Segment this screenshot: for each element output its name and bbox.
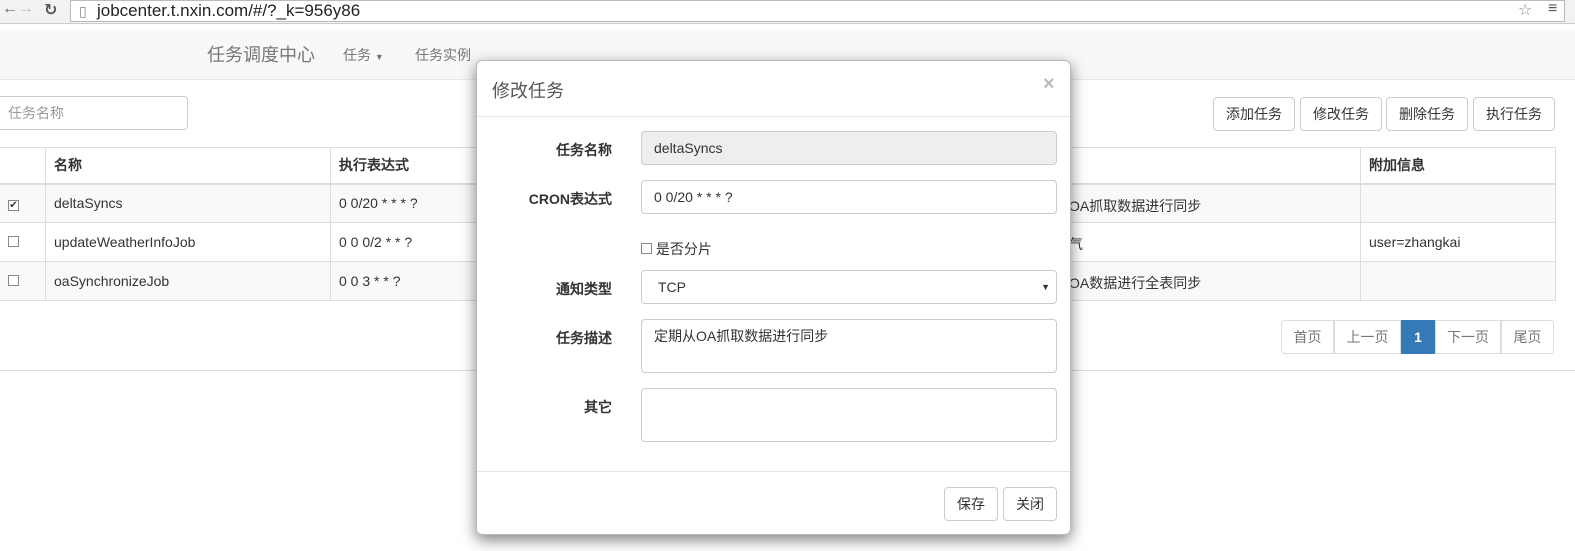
other-textarea[interactable]: [641, 388, 1057, 442]
caret-down-icon: ▼: [374, 52, 384, 62]
forward-icon[interactable]: →: [18, 0, 34, 18]
notify-value: TCP: [658, 279, 686, 295]
back-icon[interactable]: ←: [2, 0, 18, 18]
cron-text: 0 0/20 * * * ?: [339, 195, 418, 212]
cron-field[interactable]: 0 0/20 * * * ?: [641, 180, 1057, 214]
page-current[interactable]: 1: [1401, 320, 1435, 354]
chevron-down-icon: ▼: [1041, 282, 1050, 292]
nav-tasks-label: 任务: [343, 47, 371, 63]
page-last[interactable]: 尾页: [1501, 320, 1554, 354]
page-next[interactable]: 下一页: [1435, 320, 1501, 354]
header-extra: 附加信息: [1360, 147, 1556, 185]
notify-label: 通知类型: [556, 281, 612, 297]
select-header: [0, 147, 46, 185]
page-first[interactable]: 首页: [1281, 320, 1334, 354]
cron-label: CRON表达式: [528, 191, 612, 207]
other-label: 其它: [584, 399, 612, 415]
edit-task-button[interactable]: 修改任务: [1300, 97, 1382, 131]
modal-header: 修改任务 ×: [477, 61, 1070, 117]
delete-task-button[interactable]: 删除任务: [1386, 97, 1468, 131]
cell-name: updateWeatherInfoJob: [45, 222, 331, 262]
name-label: 任务名称: [556, 142, 612, 158]
cell-extra: [1360, 261, 1556, 301]
add-task-button[interactable]: 添加任务: [1213, 97, 1295, 131]
shard-label: 是否分片: [655, 241, 712, 257]
brand[interactable]: 任务调度中心: [207, 30, 315, 80]
row-checkbox[interactable]: ✔: [0, 183, 46, 223]
desc-label: 任务描述: [556, 330, 612, 346]
nav-instances[interactable]: 任务实例: [415, 30, 471, 80]
menu-icon[interactable]: ≡: [1548, 0, 1557, 18]
cell-extra: user=zhangkai: [1360, 222, 1556, 262]
cron-text: 0 0 0/2 * * ?: [339, 234, 413, 250]
star-icon[interactable]: ☆: [1518, 0, 1532, 20]
browser-toolbar: ← → ↻ ▯ jobcenter.t.nxin.com/#/?_k=956y86…: [0, 0, 1575, 24]
task-name-field[interactable]: deltaSyncs: [641, 131, 1057, 165]
row-checkbox[interactable]: [0, 222, 46, 262]
header-name: 名称: [45, 147, 331, 185]
save-button[interactable]: 保存: [944, 487, 998, 521]
address-bar[interactable]: ▯ jobcenter.t.nxin.com/#/?_k=956y86: [70, 0, 1565, 22]
edit-task-modal: 修改任务 × 任务名称 deltaSyncs CRON表达式 0 0/20 * …: [476, 60, 1071, 535]
cell-desc: OA数据进行全表同步: [1069, 275, 1202, 291]
modal-title: 修改任务: [492, 81, 564, 101]
cron-text: 0 0 3 * * ?: [339, 273, 401, 289]
cell-desc: 气: [1069, 236, 1083, 252]
task-name-search-input[interactable]: 任务名称: [0, 96, 188, 130]
description-textarea[interactable]: 定期从OA抓取数据进行同步: [641, 319, 1057, 373]
close-button[interactable]: 关闭: [1003, 487, 1057, 521]
page-prev[interactable]: 上一页: [1334, 320, 1401, 354]
cell-name: deltaSyncs: [45, 183, 331, 223]
nav-tasks[interactable]: 任务 ▼: [343, 30, 384, 82]
shard-checkbox[interactable]: 是否分片: [641, 239, 712, 259]
modal-footer-divider: [477, 471, 1070, 472]
page-icon: ▯: [79, 3, 87, 19]
cell-desc: OA抓取数据进行同步: [1069, 197, 1202, 214]
cell-extra: [1360, 183, 1556, 223]
url-text: jobcenter.t.nxin.com/#/?_k=956y86: [97, 1, 361, 20]
reload-icon[interactable]: ↻: [44, 0, 57, 20]
close-icon[interactable]: ×: [1043, 73, 1055, 96]
cell-name: oaSynchronizeJob: [45, 261, 331, 301]
row-checkbox[interactable]: [0, 261, 46, 301]
run-task-button[interactable]: 执行任务: [1473, 97, 1555, 131]
notify-type-select[interactable]: TCP ▼: [641, 270, 1057, 304]
